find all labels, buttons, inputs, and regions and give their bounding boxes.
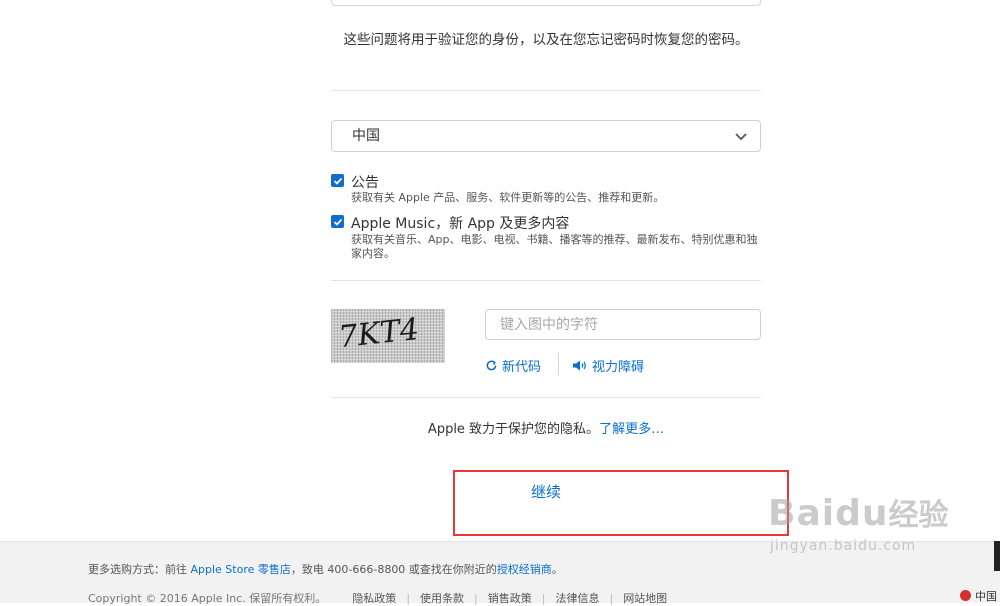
svg-text:7KT4: 7KT4	[337, 312, 421, 355]
footer-legal: Copyright © 2016 Apple Inc. 保留所有权利。 隐私政策 |…	[88, 592, 668, 605]
footer-purchase-info: 更多选购方式：前往 Apple Store 零售店，致电 400-666-880…	[88, 561, 563, 577]
audio-label: 视力障碍	[592, 360, 645, 375]
baidu-watermark: Baidu经验 jingyan.baidu.com	[768, 490, 949, 554]
checkmark-icon	[333, 177, 342, 185]
divider	[331, 397, 761, 398]
previous-field-edge[interactable]	[331, 0, 761, 6]
terms-link[interactable]: 使用条款	[420, 592, 464, 605]
flag-icon	[960, 590, 971, 601]
watermark-cn: 经验	[888, 498, 949, 533]
continue-button[interactable]: 继续	[531, 481, 561, 502]
watermark-url: jingyan.baidu.com	[770, 538, 917, 554]
privacy-statement: Apple 致力于保护您的隐私。了解更多…	[331, 418, 761, 437]
dealer-link[interactable]: 授权经销商	[497, 563, 552, 576]
window-edge	[994, 541, 1000, 571]
apple-music-checkbox[interactable]	[331, 215, 344, 228]
sitemap-link[interactable]: 网站地图	[623, 592, 667, 605]
new-code-button[interactable]: 新代码	[485, 356, 541, 375]
learn-more-link[interactable]: 了解更多…	[599, 422, 664, 437]
apple-music-label: Apple Music，新 App 及更多内容	[351, 216, 570, 232]
country-select-value: 中国	[352, 128, 380, 144]
announcements-desc: 获取有关 Apple 产品、服务、软件更新等的公告、推荐和更新。	[351, 191, 665, 204]
footer-text: 更多选购方式：前往	[88, 563, 191, 576]
privacy-policy-link[interactable]: 隐私政策	[352, 592, 396, 605]
apple-music-desc: 获取有关音乐、App、电影、电视、书籍、播客等的推荐、最新发布、特别优惠和独家内…	[351, 233, 758, 260]
chevron-down-icon	[735, 133, 747, 141]
footer-text: ，致电 400-666-8800 或查找在你附近的	[290, 563, 497, 576]
divider	[331, 280, 761, 281]
checkmark-icon	[333, 218, 342, 226]
sales-policy-link[interactable]: 销售政策	[488, 592, 532, 605]
highlight-box	[453, 470, 789, 536]
region-label: 中国	[975, 590, 997, 603]
speaker-icon	[573, 360, 586, 371]
separator	[558, 353, 559, 375]
refresh-icon	[486, 360, 497, 371]
footer-text: 。	[551, 563, 563, 576]
audio-captcha-button[interactable]: 视力障碍	[572, 356, 644, 375]
announcements-label: 公告	[351, 175, 379, 191]
announcements-checkbox[interactable]	[331, 174, 344, 187]
privacy-text: Apple 致力于保护您的隐私。	[427, 422, 600, 437]
captcha-glyphs: 7KT4	[337, 312, 421, 355]
watermark-brand: Baidu	[768, 493, 889, 534]
divider	[331, 90, 761, 91]
captcha-input[interactable]	[485, 309, 761, 340]
apple-store-link[interactable]: Apple Store 零售店	[191, 563, 291, 576]
legal-link[interactable]: 法律信息	[555, 592, 599, 605]
copyright: Copyright © 2016 Apple Inc. 保留所有权利。	[88, 592, 327, 605]
captcha-image: 7KT4	[331, 309, 445, 363]
country-select[interactable]: 中国	[331, 120, 761, 152]
new-code-label: 新代码	[502, 360, 542, 375]
security-note: 这些问题将用于验证您的身份，以及在您忘记密码时恢复您的密码。	[343, 32, 749, 48]
